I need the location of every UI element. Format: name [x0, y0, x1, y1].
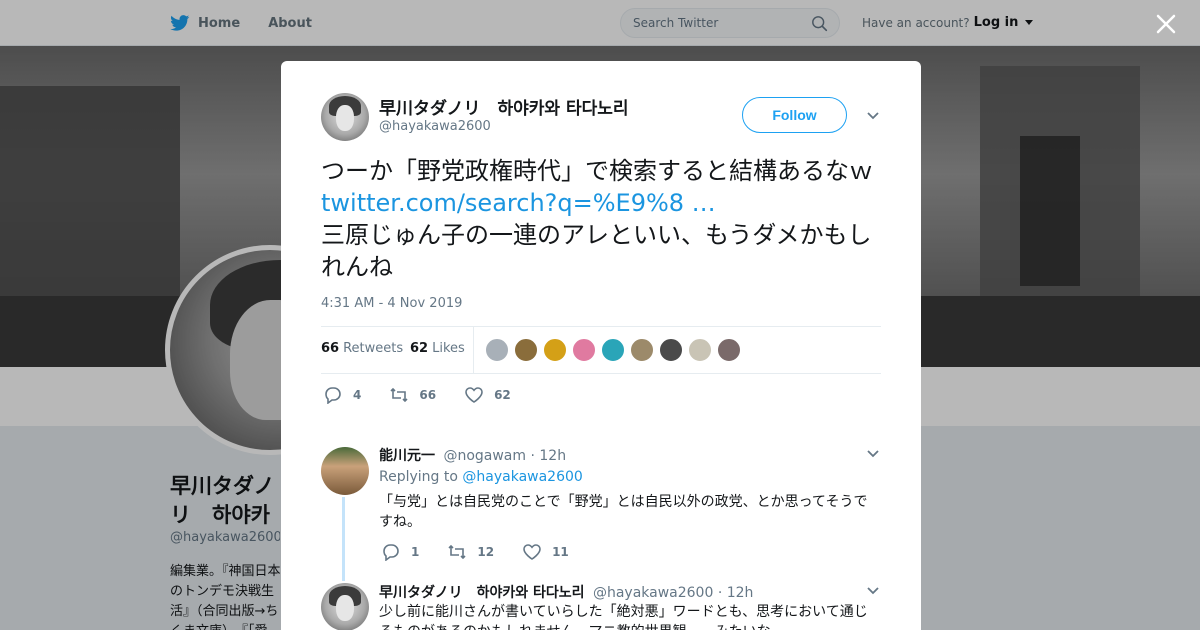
reply-actions: 1 12 11 — [381, 543, 597, 561]
reply-author-name[interactable]: 早川タダノリ 하야카와 타다노리 — [379, 585, 585, 601]
reply-icon — [325, 387, 341, 404]
replying-to-label: Replying to — [379, 469, 458, 485]
replying-to: Replying to @hayakawa2600 — [379, 469, 583, 485]
replying-to-mention[interactable]: @hayakawa2600 — [462, 469, 582, 485]
reply-icon — [383, 544, 399, 561]
retweet-action[interactable]: 12 — [447, 543, 494, 561]
like-action[interactable]: 62 — [464, 386, 511, 404]
liker-avatar[interactable] — [543, 338, 567, 362]
chevron-down-icon[interactable] — [866, 449, 880, 459]
thread-line — [342, 497, 345, 581]
reply-time[interactable]: · 12h — [718, 585, 754, 601]
liker-avatar[interactable] — [485, 338, 509, 362]
liker-avatar[interactable] — [717, 338, 741, 362]
reply-count: 4 — [353, 388, 362, 402]
close-icon[interactable] — [1155, 13, 1177, 35]
reply-count: 1 — [411, 545, 420, 559]
reply-header: 能川元一 @nogawam · 12h — [379, 445, 566, 465]
author-avatar[interactable] — [321, 93, 369, 141]
tweet-link[interactable]: twitter.com/search?q=%E9%8 … — [321, 189, 716, 217]
reply-author-handle[interactable]: @hayakawa2600 — [593, 585, 713, 601]
retweets-label: Retweets — [343, 341, 404, 356]
likes-label: Likes — [432, 341, 465, 356]
tweet-text-main: つーか「野党政権時代」で検索すると結構あるなｗ — [321, 157, 897, 185]
reply-avatar[interactable] — [321, 447, 369, 495]
reply-author-name[interactable]: 能川元一 — [379, 448, 435, 464]
retweets-count: 66 — [321, 341, 340, 356]
tweet-text: つーか「野党政権時代」で検索すると結構あるなｗ twitter.com/sear… — [321, 155, 886, 283]
reply-action[interactable]: 4 — [323, 386, 361, 404]
tweet-actions: 4 66 62 — [323, 386, 539, 404]
reply-author-handle[interactable]: @nogawam — [443, 448, 526, 464]
likes-stat[interactable]: 62 Likes — [410, 341, 465, 356]
reply-time[interactable]: · 12h — [530, 448, 566, 464]
author-handle[interactable]: @hayakawa2600 — [379, 119, 491, 134]
retweet-count: 12 — [477, 545, 495, 559]
likes-count: 62 — [410, 341, 429, 356]
chevron-down-icon[interactable] — [866, 111, 880, 121]
author-name[interactable]: 早川タダノリ 하야카와 타다노리 — [379, 94, 629, 119]
reply-action[interactable]: 1 — [381, 543, 419, 561]
like-count: 11 — [552, 545, 569, 559]
reply-text: 「与党」とは自民党のことで「野党」とは自民以外の政党、とか思ってそうですね。 — [379, 494, 868, 530]
retweets-stat[interactable]: 66 Retweets — [321, 341, 403, 356]
liker-avatar[interactable] — [688, 338, 712, 362]
stats-divider — [473, 327, 474, 373]
avatar-face — [336, 595, 354, 621]
tweet-timestamp[interactable]: 4:31 AM - 4 Nov 2019 — [321, 296, 462, 311]
reply-text: 少し前に能川さんが書いていらした「絶対悪」ワードとも、思考において通じるものがあ… — [379, 604, 868, 630]
reply-header: 早川タダノリ 하야카와 타다노리 @hayakawa2600 · 12h — [379, 582, 753, 602]
liker-avatar[interactable] — [630, 338, 654, 362]
retweet-count: 66 — [419, 388, 437, 402]
retweet-icon — [390, 387, 408, 403]
like-count: 62 — [494, 388, 511, 402]
tweet-modal: 早川タダノリ 하야카와 타다노리 @hayakawa2600 Follow つー… — [281, 61, 921, 630]
reply-avatar[interactable] — [321, 583, 369, 630]
liker-avatar[interactable] — [601, 338, 625, 362]
heart-icon — [465, 387, 483, 403]
chevron-down-icon[interactable] — [866, 586, 880, 596]
tweet-stats: 66 Retweets 62 Likes — [321, 326, 881, 374]
follow-button[interactable]: Follow — [742, 97, 847, 133]
liker-avatar[interactable] — [514, 338, 538, 362]
heart-icon — [523, 544, 541, 560]
liker-avatar[interactable] — [572, 338, 596, 362]
tweet-text-second: 三原じゅん子の一連のアレといい、もうダメかもしれんね — [321, 221, 872, 281]
liker-avatar[interactable] — [659, 338, 683, 362]
avatar-face — [336, 105, 354, 131]
retweet-action[interactable]: 66 — [389, 386, 436, 404]
like-action[interactable]: 11 — [522, 543, 569, 561]
retweet-icon — [448, 544, 466, 560]
